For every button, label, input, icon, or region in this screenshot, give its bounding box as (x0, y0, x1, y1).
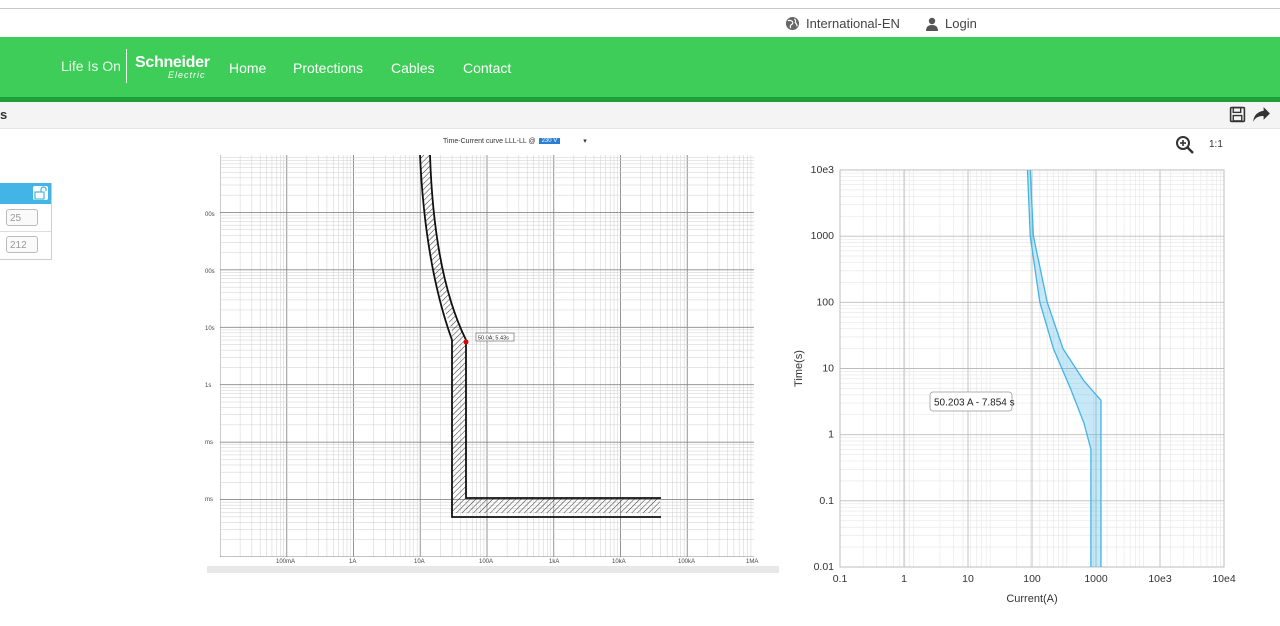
login-label: Login (945, 16, 977, 31)
curve-scrollbar[interactable] (207, 566, 779, 573)
setting-field-1[interactable]: 25 (6, 209, 38, 226)
settings-panel: 25 212 (0, 183, 52, 260)
time-current-curve-left[interactable]: 50.0A; 5.43s (220, 155, 754, 557)
curve-tooltip: 50.0A; 5.43s (475, 332, 515, 342)
y-axis-label: Time(s) (793, 350, 805, 387)
x-tick-label: 0.1 (833, 573, 848, 585)
x-tick-label: 1 (901, 573, 907, 585)
brand-logo-sub: Electric (168, 70, 206, 80)
lock-button[interactable] (33, 186, 48, 200)
brand-separator (126, 49, 127, 83)
panel-header (0, 183, 51, 204)
globe-icon (785, 16, 800, 31)
x-tick-label: 10e4 (1212, 573, 1236, 585)
toolbar-title: s (0, 107, 8, 122)
chart-tooltip-text: 50.203 A - 7.854 s (934, 398, 1015, 409)
voltage-select[interactable]: 230 V (538, 138, 561, 144)
main-navbar: Life Is On Schneider Electric Home Prote… (0, 37, 1280, 97)
zoom-in-icon (1176, 136, 1194, 154)
y-tick-label: 00s (205, 212, 215, 218)
x-tick-label: 100kA (678, 559, 696, 565)
share-icon (1253, 107, 1270, 122)
x-axis-label: Current(A) (1006, 593, 1057, 605)
y-tick-label: 1s (205, 383, 212, 389)
nav-protections[interactable]: Protections (293, 60, 363, 76)
save-button[interactable] (1229, 106, 1246, 128)
setting-field-2[interactable]: 212 (6, 236, 38, 253)
language-selector[interactable]: International-EN (785, 16, 900, 31)
y-tick-label: 1 (828, 429, 834, 441)
dropdown-icon[interactable]: ▾ (583, 137, 587, 145)
x-tick-label: 10e3 (1148, 573, 1172, 585)
y-tick-label: 00s (205, 269, 215, 275)
share-button[interactable] (1252, 106, 1271, 128)
curve-title: Time-Current curve LLL-LL @ 230 V ▾ (443, 137, 587, 146)
x-tick-label: 100mA (276, 559, 296, 565)
chart-tooltip: 50.203 A - 7.854 s (929, 391, 1015, 412)
user-icon (926, 17, 938, 31)
page-toolbar: s (0, 102, 1280, 129)
selected-point (463, 339, 469, 345)
language-label: International-EN (806, 16, 900, 31)
y-tick-label: 10e3 (811, 164, 835, 176)
y-tick-label: 1000 (811, 230, 835, 242)
zoom-button[interactable] (1175, 135, 1195, 160)
brand-tagline: Life Is On (61, 58, 121, 74)
x-tick-label: 10 (962, 573, 974, 585)
row-divider (0, 231, 51, 232)
y-tick-label: 0.01 (814, 561, 835, 573)
save-icon (1229, 106, 1246, 123)
x-tick-label: 1000 (1084, 573, 1108, 585)
y-tick-label: 100 (816, 296, 834, 308)
x-tick-label: 100A (479, 559, 494, 565)
x-tick-label: 1A (349, 559, 357, 565)
x-tick-label: 10kA (612, 559, 626, 565)
utility-bar: International-EN Login (0, 9, 1280, 37)
y-tick-label: 10s (205, 326, 215, 332)
time-current-chart[interactable]: 0.1 1 10 100 1000 10e3 10e40.010.1110100100010… (788, 160, 1240, 612)
y-tick-label: 10 (822, 363, 834, 375)
y-tick-label: ms (205, 440, 213, 446)
nav-cables[interactable]: Cables (391, 60, 435, 76)
nav-home[interactable]: Home (229, 60, 266, 76)
login-link[interactable]: Login (925, 16, 977, 31)
x-tick-label: 10A (414, 559, 425, 565)
y-tick-label: 0.1 (819, 495, 834, 507)
x-tick-label: 100 (1023, 573, 1041, 585)
zoom-reset-button[interactable]: 1:1 (1209, 139, 1223, 150)
x-tick-label: 1kA (549, 559, 560, 565)
y-tick-label: ms (205, 497, 213, 503)
curve-title-text: Time-Current curve LLL-LL @ (443, 137, 536, 145)
curve-tooltip-text: 50.0A; 5.43s (478, 336, 509, 342)
x-tick-label: 1MA (746, 559, 759, 565)
unlock-icon (34, 186, 47, 200)
nav-contact[interactable]: Contact (463, 60, 511, 76)
